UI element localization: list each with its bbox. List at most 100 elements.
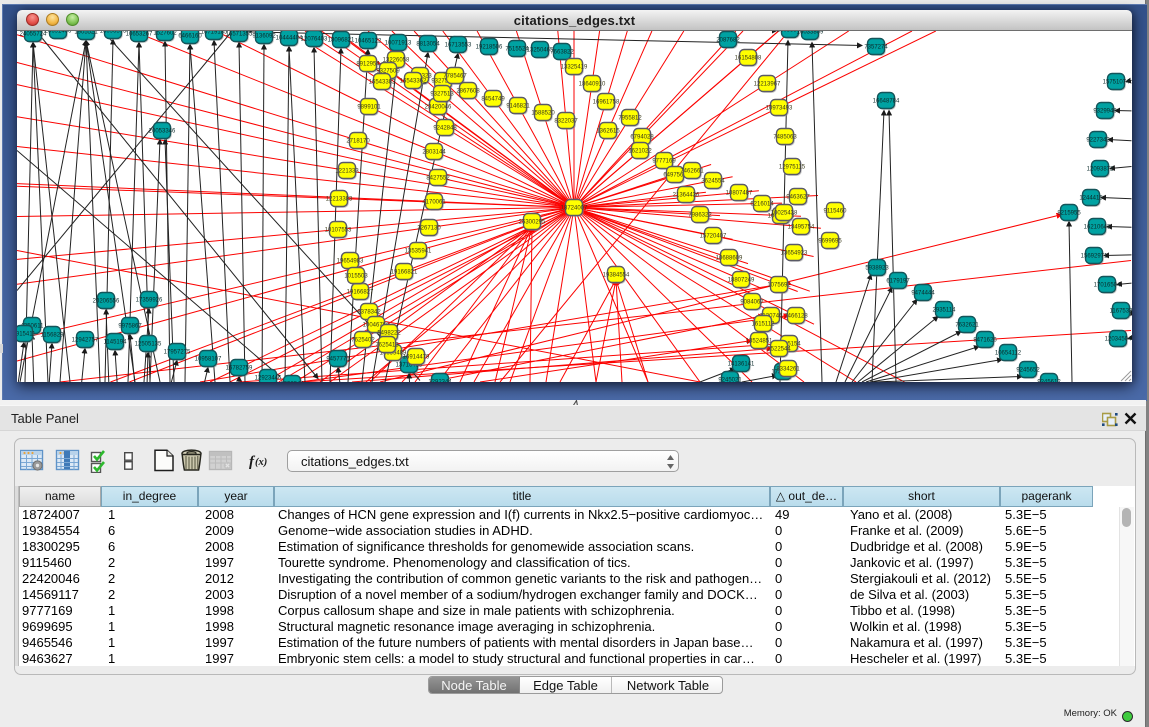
svg-text:8813054: 8813054 bbox=[416, 42, 440, 48]
svg-text:12093872: 12093872 bbox=[1087, 167, 1114, 173]
svg-text:15751074: 15751074 bbox=[1103, 80, 1130, 86]
svg-text:10654112: 10654112 bbox=[995, 351, 1022, 357]
svg-text:1167533: 1167533 bbox=[1110, 309, 1132, 315]
svg-text:10653267: 10653267 bbox=[126, 32, 153, 38]
svg-text:13524851: 13524851 bbox=[746, 339, 773, 345]
svg-text:10958107: 10958107 bbox=[195, 357, 222, 363]
svg-text:9115460: 9115460 bbox=[824, 209, 848, 215]
svg-text:9136092: 9136092 bbox=[252, 34, 276, 40]
svg-text:13654923: 13654923 bbox=[781, 251, 808, 257]
svg-text:18807249: 18807249 bbox=[728, 278, 755, 284]
svg-text:20206556: 20206556 bbox=[93, 299, 120, 305]
svg-text:7466128: 7466128 bbox=[784, 314, 808, 320]
svg-text:15692971: 15692971 bbox=[1081, 254, 1108, 260]
svg-text:16648784: 16648784 bbox=[873, 99, 900, 105]
svg-text:13535941: 13535941 bbox=[405, 249, 432, 255]
svg-text:2935114: 2935114 bbox=[933, 308, 957, 314]
svg-text:1156829: 1156829 bbox=[41, 333, 65, 339]
svg-text:12213967: 12213967 bbox=[754, 82, 781, 88]
svg-text:10025438: 10025438 bbox=[771, 211, 798, 217]
svg-text:7986322: 7986322 bbox=[688, 213, 712, 219]
svg-text:12213383: 12213383 bbox=[326, 197, 353, 203]
svg-text:18640910: 18640910 bbox=[579, 82, 606, 88]
svg-text:3915411: 3915411 bbox=[17, 332, 36, 338]
svg-text:18096821: 18096821 bbox=[328, 38, 355, 44]
svg-text:16096373: 16096373 bbox=[100, 31, 127, 35]
svg-text:10719185: 10719185 bbox=[201, 31, 228, 36]
svg-text:8454749: 8454749 bbox=[481, 97, 505, 103]
svg-text:9242848: 9242848 bbox=[433, 126, 457, 132]
svg-text:12076403: 12076403 bbox=[301, 37, 328, 43]
svg-text:9699695: 9699695 bbox=[818, 239, 842, 245]
svg-text:16543382: 16543382 bbox=[369, 80, 396, 86]
svg-text:8471626: 8471626 bbox=[973, 338, 997, 344]
svg-text:10071913: 10071913 bbox=[385, 41, 412, 47]
svg-text:9146821: 9146821 bbox=[506, 104, 530, 110]
svg-text:12034504: 12034504 bbox=[1105, 337, 1132, 343]
svg-text:6216014: 6216014 bbox=[750, 202, 774, 208]
svg-text:6179197: 6179197 bbox=[886, 279, 910, 285]
svg-text:19218506: 19218506 bbox=[476, 45, 503, 51]
svg-text:14136141: 14136141 bbox=[728, 362, 755, 368]
svg-text:1015503: 1015503 bbox=[344, 274, 368, 280]
svg-text:9227342: 9227342 bbox=[1086, 138, 1110, 144]
svg-text:7357274: 7357274 bbox=[864, 45, 888, 51]
svg-text:12942757: 12942757 bbox=[72, 338, 99, 344]
svg-text:19166827: 19166827 bbox=[347, 290, 374, 296]
svg-text:12505135: 12505135 bbox=[135, 342, 162, 348]
svg-text:7485063: 7485063 bbox=[773, 135, 797, 141]
svg-text:1145194: 1145194 bbox=[104, 340, 128, 346]
svg-text:10688609: 10688609 bbox=[716, 256, 743, 262]
svg-text:5938923: 5938923 bbox=[865, 266, 889, 272]
svg-text:17016504: 17016504 bbox=[1094, 283, 1121, 289]
svg-text:16782759: 16782759 bbox=[226, 366, 253, 372]
svg-text:2087682: 2087682 bbox=[716, 38, 740, 44]
svg-text:10465122: 10465122 bbox=[355, 39, 382, 45]
svg-text:9245612: 9245612 bbox=[1037, 380, 1061, 383]
svg-text:24055724: 24055724 bbox=[20, 32, 47, 38]
svg-text:8912954: 8912954 bbox=[356, 62, 380, 68]
svg-text:8334261: 8334261 bbox=[776, 367, 800, 373]
svg-text:16154808: 16154808 bbox=[735, 56, 762, 62]
svg-text:6466160: 6466160 bbox=[178, 34, 202, 40]
svg-text:7462661: 7462661 bbox=[680, 169, 704, 175]
svg-text:9329946: 9329946 bbox=[1093, 109, 1117, 115]
svg-text:10444404: 10444404 bbox=[276, 36, 303, 42]
svg-text:15720407: 15720407 bbox=[700, 234, 727, 240]
svg-text:1244415: 1244415 bbox=[1079, 196, 1103, 202]
svg-text:16033809: 16033809 bbox=[797, 31, 824, 36]
svg-text:17359926: 17359926 bbox=[136, 298, 163, 304]
svg-text:13325419: 13325419 bbox=[561, 65, 588, 71]
svg-text:18724007: 18724007 bbox=[561, 206, 588, 212]
svg-text:6794028: 6794028 bbox=[630, 135, 654, 141]
svg-text:13495754: 13495754 bbox=[788, 225, 815, 231]
svg-text:5498222: 5498222 bbox=[377, 331, 401, 337]
svg-text:3267130: 3267130 bbox=[417, 226, 441, 232]
svg-text:9327513: 9327513 bbox=[430, 92, 454, 98]
svg-text:9457771: 9457771 bbox=[326, 357, 350, 363]
svg-text:9777169: 9777169 bbox=[652, 159, 676, 165]
svg-text:16914479: 16914479 bbox=[403, 355, 430, 361]
svg-text:8427552: 8427552 bbox=[426, 176, 450, 182]
svg-text:16543362: 16543362 bbox=[400, 79, 427, 85]
svg-text:21364436: 21364436 bbox=[673, 193, 700, 199]
svg-text:12975115: 12975115 bbox=[779, 165, 806, 171]
svg-text:23420046: 23420046 bbox=[425, 105, 452, 111]
svg-text:2718170: 2718170 bbox=[346, 139, 370, 145]
svg-text:9975867: 9975867 bbox=[118, 324, 142, 330]
svg-text:1588520: 1588520 bbox=[531, 111, 555, 117]
svg-text:2867608: 2867608 bbox=[456, 89, 480, 95]
svg-text:10807487: 10807487 bbox=[726, 191, 753, 197]
svg-text:25300295: 25300295 bbox=[519, 220, 546, 226]
svg-text:3624554: 3624554 bbox=[701, 179, 725, 185]
svg-text:16210643: 16210643 bbox=[1084, 225, 1111, 231]
svg-text:1221333: 1221333 bbox=[335, 169, 359, 175]
svg-text:19384554: 19384554 bbox=[603, 273, 630, 279]
svg-text:10107553: 10107553 bbox=[325, 228, 352, 234]
svg-text:9084067: 9084067 bbox=[740, 300, 764, 306]
svg-text:1615112: 1615112 bbox=[752, 322, 776, 328]
svg-text:8322037: 8322037 bbox=[554, 119, 578, 125]
svg-text:7955812: 7955812 bbox=[618, 116, 642, 122]
svg-text:7663822: 7663822 bbox=[550, 50, 574, 56]
svg-text:7632621: 7632621 bbox=[955, 323, 979, 329]
